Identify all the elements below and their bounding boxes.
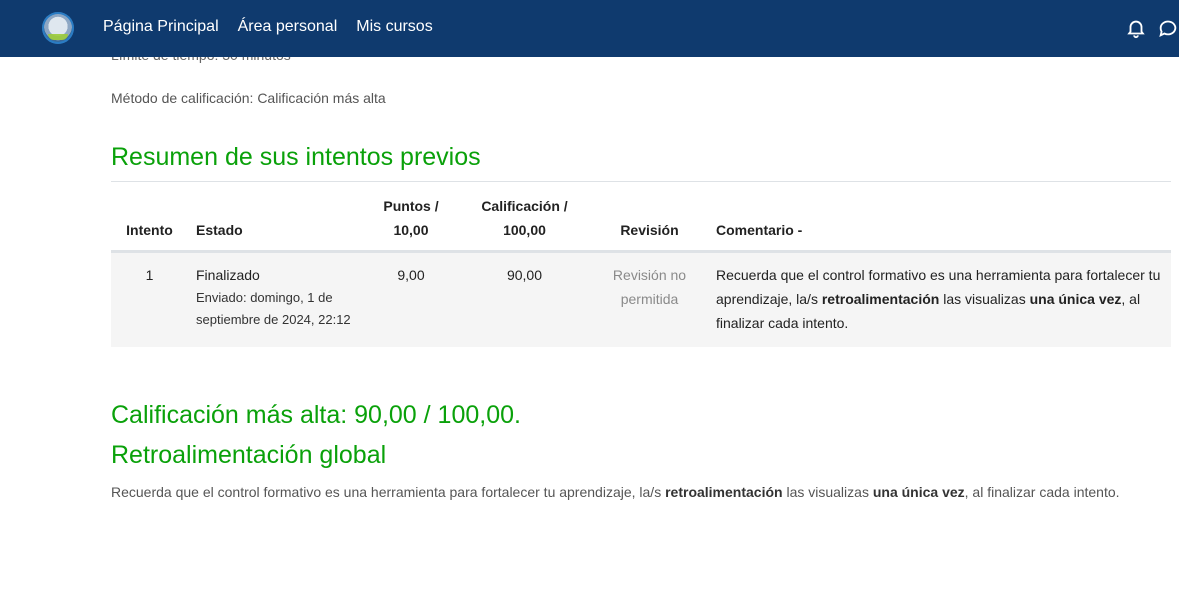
- highest-grade: Calificación más alta: 90,00 / 100,00.: [111, 401, 521, 429]
- cell-comment: Recuerda que el control formativo es una…: [708, 251, 1171, 347]
- grading-method-value: Calificación más alta: [257, 90, 386, 106]
- col-comment: Comentario -: [708, 188, 1171, 253]
- site-logo[interactable]: [42, 12, 74, 44]
- table-header-row: Intento Estado Puntos / 10,00 Calificació…: [111, 188, 1171, 253]
- nav-link-home[interactable]: Página Principal: [103, 18, 219, 36]
- col-grade: Calificación / 100,00: [458, 188, 591, 253]
- chat-icon[interactable]: [1157, 17, 1179, 39]
- attempts-table: Intento Estado Puntos / 10,00 Calificació…: [111, 188, 1171, 347]
- comment-part2: las visualizas: [939, 291, 1030, 307]
- cell-review: Revisión no permitida: [591, 251, 708, 347]
- feedback-bold1: retroalimentación: [665, 484, 783, 500]
- feedback-part3: , al finalizar cada intento.: [964, 484, 1120, 500]
- comment-bold1: retroalimentación: [821, 291, 940, 307]
- cell-attempt: 1: [111, 251, 188, 347]
- nav-link-my-courses[interactable]: Mis cursos: [356, 18, 432, 36]
- col-points-line1: Puntos /: [383, 198, 439, 214]
- bell-icon[interactable]: [1125, 17, 1147, 39]
- cell-points: 9,00: [364, 251, 458, 347]
- col-grade-line1: Calificación /: [481, 198, 568, 214]
- col-attempt: Intento: [111, 188, 188, 253]
- col-grade-line2: 100,00: [503, 222, 546, 238]
- state-text: Finalizado: [196, 267, 260, 283]
- submitted-date: Enviado: domingo, 1 de septiembre de 202…: [196, 290, 351, 327]
- feedback-text: Recuerda que el control formativo es una…: [111, 480, 1173, 504]
- col-points-line2: 10,00: [393, 222, 429, 238]
- grading-method-label: Método de calificación:: [111, 90, 254, 106]
- col-points: Puntos / 10,00: [364, 188, 458, 253]
- top-navbar: Página Principal Área personal Mis curso…: [0, 0, 1179, 57]
- feedback-part1: Recuerda que el control formativo es una…: [111, 484, 666, 500]
- nav-links: Página Principal Área personal Mis curso…: [103, 18, 452, 36]
- table-row: 1 Finalizado Enviado: domingo, 1 de sept…: [111, 251, 1171, 347]
- summary-title: Resumen de sus intentos previos: [111, 143, 481, 171]
- feedback-bold2: una única vez: [872, 484, 965, 500]
- nav-icons: [1115, 17, 1179, 39]
- col-review: Revisión: [591, 188, 708, 253]
- comment-bold2: una única vez: [1029, 291, 1122, 307]
- divider: [111, 181, 1171, 182]
- col-state: Estado: [188, 188, 364, 253]
- nav-link-dashboard[interactable]: Área personal: [238, 18, 338, 36]
- cell-grade: 90,00: [458, 251, 591, 347]
- grading-method: Método de calificación: Calificación más…: [111, 90, 386, 106]
- feedback-part2: las visualizas: [782, 484, 873, 500]
- cell-state: Finalizado Enviado: domingo, 1 de septie…: [188, 251, 364, 347]
- feedback-title: Retroalimentación global: [111, 441, 387, 469]
